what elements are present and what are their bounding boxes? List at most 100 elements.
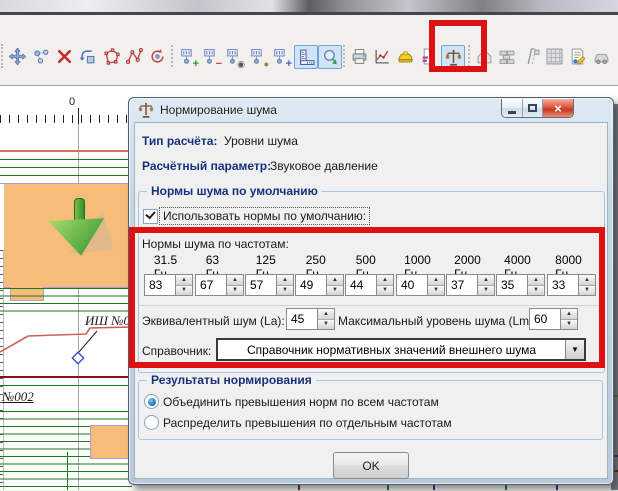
freq-spinner[interactable]: 37▲▼: [446, 274, 495, 296]
spinner-value[interactable]: 37: [446, 274, 477, 296]
spinner-down[interactable]: ▼: [377, 286, 393, 296]
spinner-down[interactable]: ▼: [478, 286, 494, 296]
calc-param-label: Расчётный параметр:: [142, 159, 271, 173]
road-icon[interactable]: [520, 45, 542, 67]
maximize-icon: [528, 104, 537, 112]
background-window-strip: [0, 0, 618, 15]
combobox-dropdown-button[interactable]: ▼: [565, 340, 584, 359]
zoom-icon[interactable]: [318, 45, 342, 69]
spinner-value[interactable]: 60: [529, 308, 560, 330]
minimize-icon: [508, 111, 516, 114]
arrow-into-box-icon[interactable]: [76, 45, 98, 67]
polygon-icon[interactable]: [100, 45, 122, 67]
freq-spinner[interactable]: 44▲▼: [345, 274, 394, 296]
print-icon[interactable]: [348, 45, 370, 67]
move-point-icon[interactable]: +: [269, 45, 291, 67]
spinner-up[interactable]: ▲: [478, 275, 494, 286]
remove-point-icon[interactable]: −: [199, 45, 221, 67]
application-window: + − ◉ ● + 0: [0, 0, 618, 490]
noise-normalization-dialog: Нормирование шума × Тип расчёта: Уровни …: [128, 97, 614, 485]
ok-button[interactable]: OK: [333, 452, 409, 479]
freq-spinner[interactable]: 57▲▼: [245, 274, 294, 296]
use-default-norms-checkbox[interactable]: [143, 209, 158, 224]
directory-combobox[interactable]: Справочник нормативных значений внешнего…: [216, 338, 586, 361]
spinner-up[interactable]: ▲: [318, 309, 334, 320]
distribute-exceedances-radio[interactable]: [144, 415, 159, 430]
freq-spinner[interactable]: 67▲▼: [195, 274, 244, 296]
maximize-button[interactable]: [522, 99, 542, 117]
receiver-label: №002: [2, 389, 34, 405]
spinner-up[interactable]: ▲: [227, 275, 243, 286]
nodes-icon[interactable]: [30, 45, 52, 67]
contour-vertical-line: [67, 452, 68, 490]
helmet-icon[interactable]: [394, 45, 416, 67]
freq-column: 500 Гц 44▲▼: [345, 253, 388, 299]
freq-spinner[interactable]: 83▲▼: [144, 274, 193, 296]
spinner-value[interactable]: 35: [496, 274, 527, 296]
spinner-up[interactable]: ▲: [327, 275, 343, 286]
point-select-icon[interactable]: ●: [246, 45, 268, 67]
move-icon[interactable]: [6, 45, 28, 67]
document-edit-icon[interactable]: [566, 45, 588, 67]
freq-spinner[interactable]: 49▲▼: [295, 274, 344, 296]
spinner-value[interactable]: 67: [195, 274, 226, 296]
close-icon: ×: [554, 102, 562, 115]
freq-column: 31.5 Гц 83▲▼: [144, 253, 187, 299]
freq-spinner[interactable]: 35▲▼: [496, 274, 545, 296]
spinner-down[interactable]: ▼: [277, 286, 293, 296]
spinner-value[interactable]: 45: [286, 308, 317, 330]
results-group-title: Результаты нормирования: [147, 373, 316, 387]
combine-exceedances-radio[interactable]: [144, 394, 159, 409]
spinner-down[interactable]: ▼: [176, 286, 192, 296]
dialog-client-area: Тип расчёта: Уровни шума Расчётный парам…: [134, 122, 608, 479]
freq-column: 4000 Гц 35▲▼: [496, 253, 539, 299]
chart-icon[interactable]: [371, 45, 393, 67]
spinner-value[interactable]: 83: [144, 274, 175, 296]
spinner-up[interactable]: ▲: [428, 275, 444, 286]
freq-spinner[interactable]: 33▲▼: [547, 274, 596, 296]
scales-icon: [138, 102, 154, 118]
calc-type-value: Уровни шума: [224, 134, 298, 148]
distribute-exceedances-label[interactable]: Распределить превышения по отдельным час…: [163, 416, 452, 430]
spinner-value[interactable]: 40: [396, 274, 427, 296]
rotate-shape-icon[interactable]: [146, 45, 168, 67]
equivalent-noise-spinner[interactable]: 45▲▼: [286, 308, 335, 330]
delete-icon[interactable]: [53, 45, 75, 67]
spinner-down[interactable]: ▼: [579, 286, 595, 296]
spinner-down[interactable]: ▼: [528, 286, 544, 296]
spinner-up[interactable]: ▲: [377, 275, 393, 286]
ruler-icon[interactable]: [294, 45, 318, 69]
spinner-up[interactable]: ▲: [579, 275, 595, 286]
car-icon[interactable]: [590, 45, 612, 67]
wall-icon[interactable]: [496, 45, 518, 67]
combine-exceedances-label[interactable]: Объединить превышения норм по всем часто…: [163, 395, 439, 409]
spinner-value[interactable]: 33: [547, 274, 578, 296]
directory-label: Справочник:: [142, 344, 211, 358]
max-level-spinner[interactable]: 60▲▼: [529, 308, 578, 330]
spinner-down[interactable]: ▼: [227, 286, 243, 296]
view-point-icon[interactable]: ◉: [222, 45, 244, 67]
spinner-up[interactable]: ▲: [176, 275, 192, 286]
polyline-icon[interactable]: [123, 45, 145, 67]
spinner-up[interactable]: ▲: [528, 275, 544, 286]
max-level-label: Максимальный уровень шума (Lmax):: [338, 314, 549, 328]
spinner-value[interactable]: 57: [245, 274, 276, 296]
spinner-value[interactable]: 44: [345, 274, 376, 296]
contour-line: [0, 385, 132, 386]
freq-spinner[interactable]: 40▲▼: [396, 274, 445, 296]
spinner-down[interactable]: ▼: [561, 320, 577, 330]
minimize-button[interactable]: [502, 99, 522, 117]
spinner-up[interactable]: ▲: [561, 309, 577, 320]
close-button[interactable]: ×: [542, 99, 573, 117]
grid-icon[interactable]: [543, 45, 565, 67]
default-norms-group-title: Нормы шума по умолчанию: [147, 184, 322, 198]
spinner-down[interactable]: ▼: [327, 286, 343, 296]
toolbar-grip[interactable]: [1, 44, 5, 68]
spinner-value[interactable]: 49: [295, 274, 326, 296]
spinner-up[interactable]: ▲: [277, 275, 293, 286]
use-default-norms-label[interactable]: Использовать нормы по умолчанию:: [160, 208, 369, 224]
add-point-icon[interactable]: +: [176, 45, 198, 67]
spinner-down[interactable]: ▼: [428, 286, 444, 296]
freq-norms-label: Нормы шума по частотам:: [142, 237, 289, 251]
spinner-down[interactable]: ▼: [318, 320, 334, 330]
